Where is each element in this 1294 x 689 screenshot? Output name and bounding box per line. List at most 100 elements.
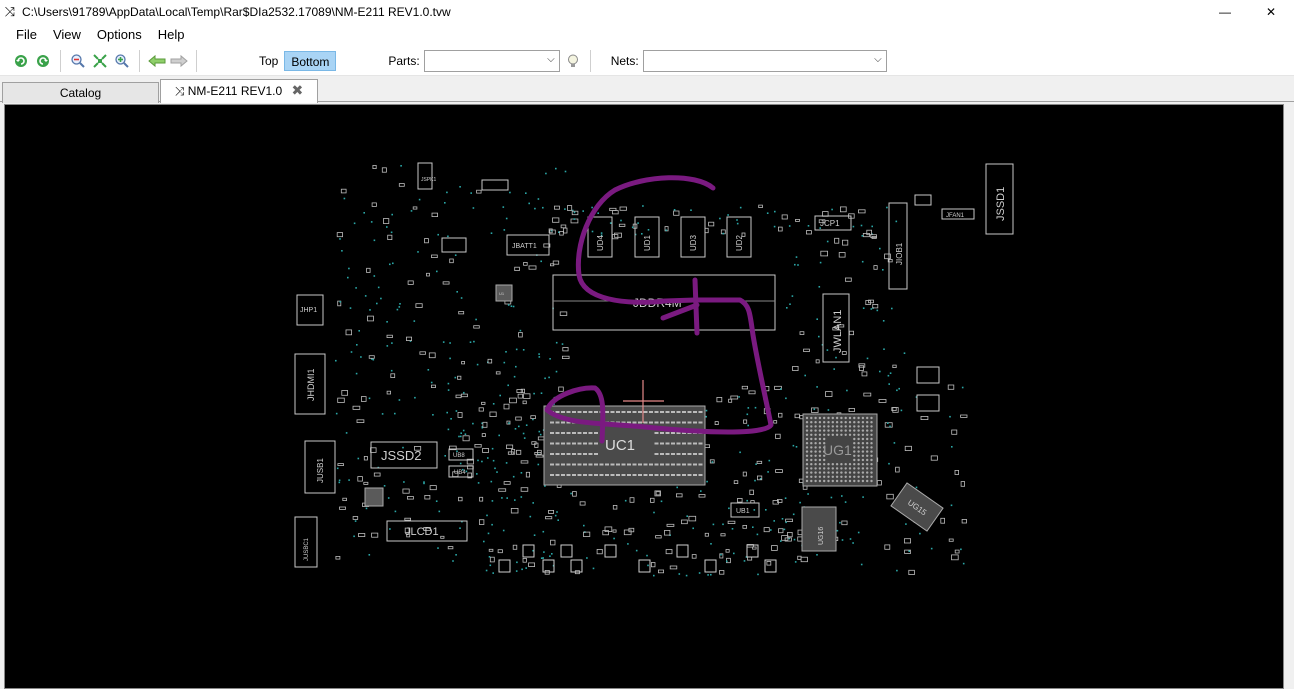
gpu-pad [805, 458, 809, 462]
gpu-pad [805, 416, 809, 420]
label-jusbc: JUSBC1 [304, 537, 310, 561]
pad [458, 435, 460, 438]
board-view[interactable]: JSPK1 JBATT1 JHP1 JHDMI1 JUSB1 JUSBC1 JS… [5, 105, 1283, 688]
cpu-pad [693, 442, 697, 445]
back-arrow-icon[interactable] [146, 50, 168, 72]
pad [450, 418, 452, 420]
pad [368, 397, 371, 400]
pad [820, 250, 828, 257]
nets-combobox[interactable]: ⌵ [642, 49, 887, 72]
rotate-left-icon[interactable] [10, 50, 32, 72]
gpu-pad [870, 454, 873, 457]
tab-document[interactable]: ⤨ NM-E211 REV1.0 ✖ [160, 79, 318, 103]
pad [357, 457, 360, 460]
pad [343, 197, 346, 200]
parts-combobox[interactable]: ⌵ [423, 49, 560, 72]
pad [797, 264, 799, 266]
pad [863, 392, 872, 397]
pad [437, 547, 439, 549]
pad [564, 170, 567, 173]
pad [487, 457, 489, 459]
cpu-pad [566, 432, 571, 434]
cpu-pad [671, 421, 675, 424]
pad [582, 210, 584, 212]
pad [372, 165, 377, 170]
cpu-pad [665, 442, 670, 445]
pad [951, 429, 958, 435]
menu-view[interactable]: View [45, 24, 89, 46]
pad [515, 570, 518, 572]
zoom-in-icon[interactable] [111, 50, 133, 72]
bulb-icon[interactable] [562, 50, 584, 72]
pad [852, 225, 855, 228]
pad [930, 455, 938, 461]
gpu-pad [866, 433, 869, 436]
gpu-pad [848, 425, 852, 428]
top-layer-button[interactable]: Top [253, 51, 284, 71]
pad [518, 332, 523, 338]
forward-arrow-icon[interactable] [168, 50, 190, 72]
gpu-pad [818, 454, 822, 457]
pad [771, 545, 778, 551]
menu-bar: File View Options Help [0, 24, 1294, 46]
pad [482, 421, 488, 428]
pad [472, 207, 475, 209]
pad [461, 361, 466, 365]
tab-catalog[interactable]: Catalog [2, 82, 159, 103]
gpu-pad [805, 471, 809, 474]
gpu-pad [853, 446, 856, 449]
pad [494, 467, 496, 470]
gpu-pad [861, 454, 865, 457]
parts-label: Parts: [388, 53, 420, 68]
pad [641, 233, 643, 235]
pad [818, 286, 821, 288]
gpu-pad [840, 471, 843, 474]
gpu-pad [848, 475, 852, 478]
pad [841, 520, 848, 526]
menu-options[interactable]: Options [89, 24, 150, 46]
board-canvas[interactable]: JSPK1 JBATT1 JHP1 JHDMI1 JUSB1 JUSBC1 JS… [4, 104, 1284, 689]
pad [522, 349, 525, 351]
menu-file[interactable]: File [8, 24, 45, 46]
part-misc-4[interactable] [916, 366, 940, 384]
pad [882, 269, 884, 271]
pad [476, 473, 478, 475]
part-chip-small[interactable] [364, 487, 384, 507]
zoom-out-icon[interactable] [67, 50, 89, 72]
pad [806, 230, 812, 235]
part-misc-5[interactable] [916, 394, 940, 412]
pad [904, 445, 912, 451]
pad [336, 467, 339, 470]
zoom-fit-icon[interactable] [89, 50, 111, 72]
pad [538, 356, 541, 358]
pad [960, 414, 968, 418]
cpu-pad [616, 474, 620, 476]
cpu-pad [643, 474, 648, 476]
gpu-pad [805, 446, 809, 449]
pad [545, 516, 553, 520]
pad [491, 523, 493, 526]
gpu-pad [831, 467, 834, 470]
part-jspk[interactable] [417, 162, 433, 190]
pad [592, 567, 595, 570]
bottom-layer-button[interactable]: Bottom [284, 50, 337, 71]
menu-help[interactable]: Help [150, 24, 193, 46]
pad [647, 564, 649, 567]
pad [962, 562, 965, 565]
pad [386, 334, 393, 338]
pad [459, 527, 461, 529]
pad [377, 286, 380, 289]
rotate-right-icon[interactable] [32, 50, 54, 72]
gpu-pad [853, 450, 856, 453]
gpu-pad [857, 475, 860, 478]
gpu-pad [844, 433, 847, 436]
close-tab-icon[interactable]: ✖ [292, 82, 304, 98]
part-misc-2[interactable] [481, 179, 509, 191]
part-misc-1[interactable] [441, 237, 467, 253]
part-ug15[interactable]: UG15 [890, 482, 944, 532]
part-misc-3[interactable] [914, 194, 932, 206]
pad [704, 532, 709, 537]
minimize-button[interactable]: — [1202, 0, 1248, 24]
close-window-button[interactable]: ✕ [1248, 0, 1294, 24]
pad [706, 480, 708, 483]
